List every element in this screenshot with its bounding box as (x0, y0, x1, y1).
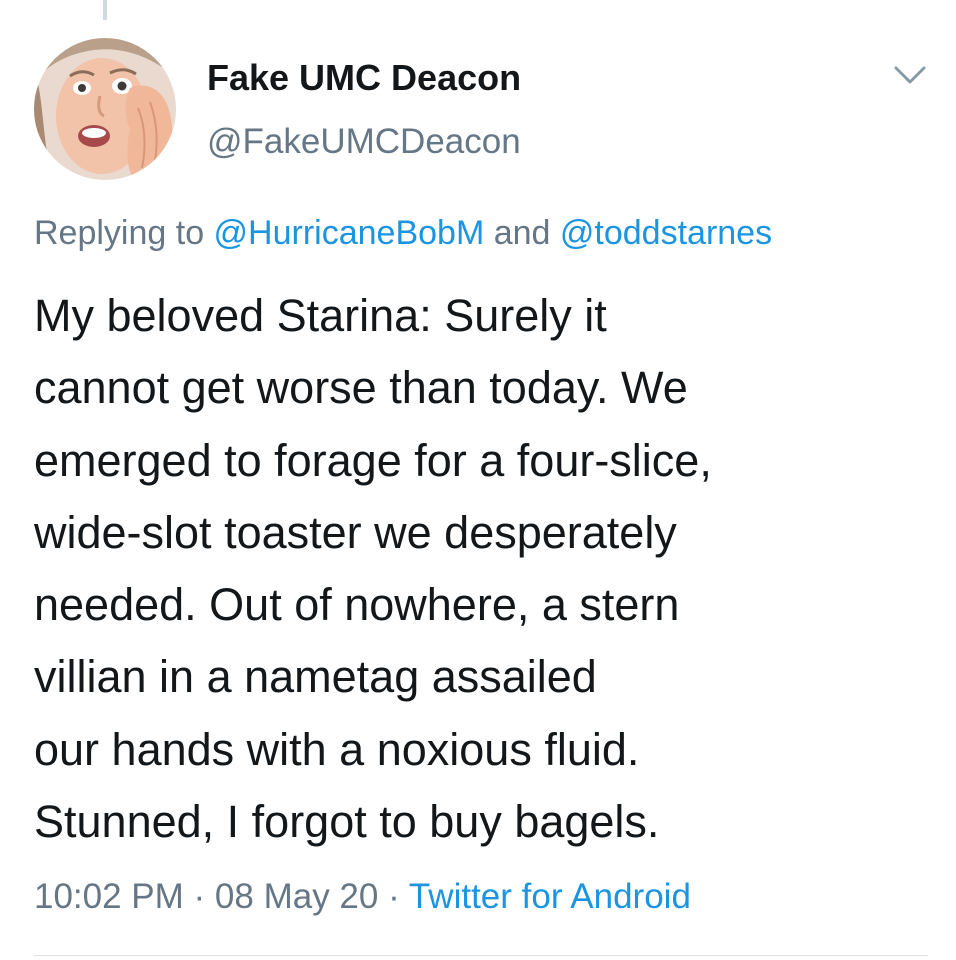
tweet-text-line: our hands with a noxious fluid. (34, 723, 640, 775)
mention-link[interactable]: @toddstarnes (560, 214, 772, 252)
chevron-down-icon[interactable] (892, 62, 928, 90)
tweet-time[interactable]: 10:02 PM (34, 877, 184, 916)
meta-separator: · (378, 877, 409, 916)
avatar[interactable] (34, 38, 176, 180)
replying-to-prefix: Replying to (34, 214, 214, 252)
tweet-text-line: My beloved Starina: Surely it (34, 290, 607, 341)
thread-connector-line (103, 0, 107, 20)
divider (34, 955, 928, 956)
tweet-text: My beloved Starina: Surely it cannot get… (34, 280, 934, 858)
tweet-date[interactable]: 08 May 20 (215, 877, 378, 916)
tweet-text-line: villian in a nametag assailed (34, 651, 597, 703)
tweet-text-line: wide-slot toaster we desperately (34, 506, 677, 558)
tweet-text-line: needed. Out of nowhere, a stern (34, 579, 680, 631)
avatar-image (34, 38, 176, 180)
user-handle[interactable]: @FakeUMCDeacon (207, 122, 521, 162)
tweet-text-line: Stunned, I forgot to buy bagels. (34, 796, 660, 848)
tweet-metadata: 10:02 PM · 08 May 20 · Twitter for Andro… (34, 877, 691, 917)
replying-to-conjunction: and (484, 214, 560, 252)
meta-separator: · (183, 877, 215, 916)
tweet-source-link[interactable]: Twitter for Android (409, 877, 691, 916)
mention-link[interactable]: @HurricaneBobM (214, 214, 485, 252)
tweet-text-line: cannot get worse than today. We (34, 362, 688, 414)
replying-to: Replying to @HurricaneBobM and @toddstar… (34, 214, 772, 253)
display-name[interactable]: Fake UMC Deacon (207, 57, 521, 99)
tweet-text-line: emerged to forage for a four-slice, (34, 434, 712, 486)
